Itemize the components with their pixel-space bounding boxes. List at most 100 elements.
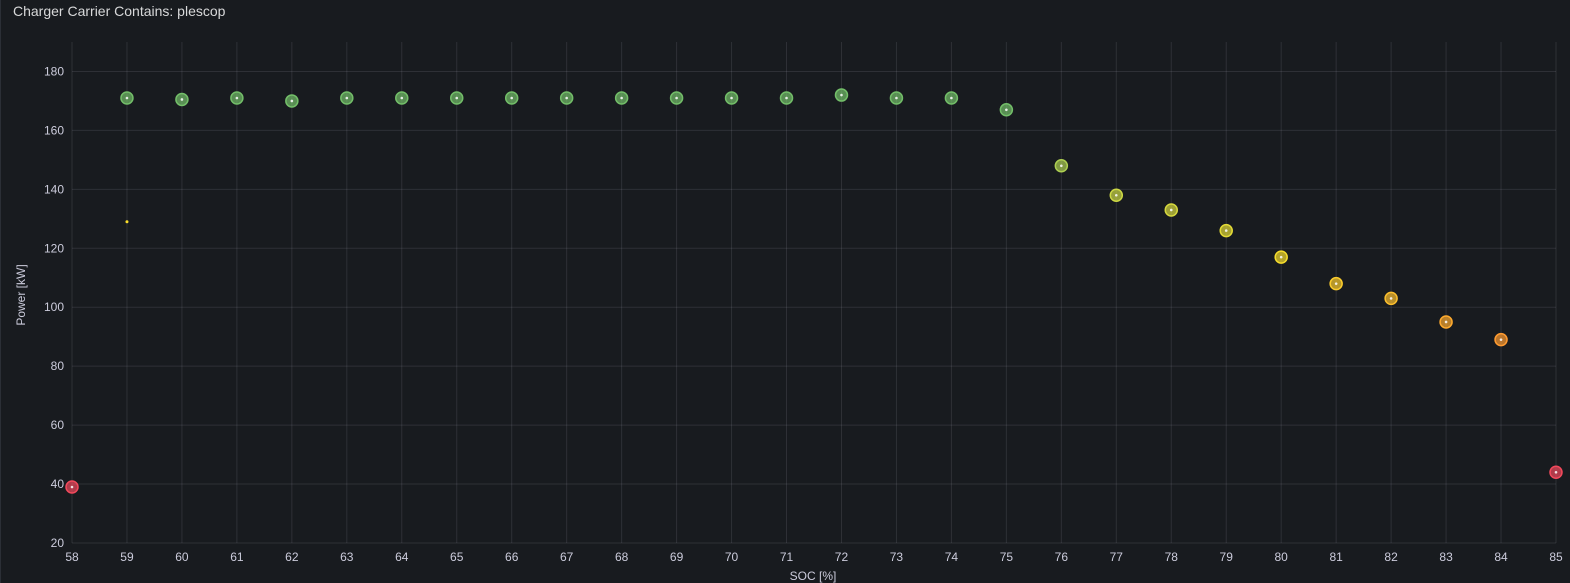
scatter-point[interactable]	[1329, 276, 1343, 291]
scatter-point[interactable]	[944, 91, 959, 105]
scatter-point[interactable]	[889, 91, 904, 105]
point-center-dot	[180, 98, 184, 101]
y-tick-label: 100	[44, 300, 64, 314]
point-center-dot	[400, 96, 404, 100]
point-center-dot	[950, 96, 953, 100]
point-center-dot	[895, 96, 898, 100]
data-points	[65, 88, 1563, 494]
x-tick-label: 67	[560, 550, 574, 564]
scatter-point[interactable]	[834, 88, 849, 102]
point-center-dot	[1554, 470, 1558, 474]
point-center-dot	[1444, 320, 1448, 324]
x-tick-label: 84	[1494, 550, 1508, 564]
grid-lines	[71, 42, 1557, 544]
scatter-point[interactable]	[1384, 291, 1398, 306]
point-center-dot	[1224, 229, 1228, 232]
x-tick-label: 75	[1000, 550, 1014, 564]
x-tick-label: 69	[670, 550, 684, 564]
x-tick-label: 70	[725, 550, 739, 564]
x-tick-label: 77	[1110, 550, 1124, 564]
point-marker	[125, 220, 129, 224]
x-axis-title: SOC [%]	[790, 569, 837, 583]
scatter-point[interactable]	[1439, 315, 1453, 329]
x-tick-label: 60	[175, 550, 189, 564]
x-tick-label: 83	[1439, 550, 1453, 564]
x-tick-label: 79	[1220, 550, 1234, 564]
scatter-point[interactable]	[1549, 465, 1563, 480]
scatter-point[interactable]	[230, 91, 244, 105]
x-tick-label: 71	[780, 550, 794, 564]
x-tick-label: 64	[395, 550, 409, 564]
y-tick-label: 60	[51, 418, 65, 432]
x-tick-label: 61	[230, 550, 244, 564]
scatter-point[interactable]	[1164, 203, 1179, 217]
scatter-point[interactable]	[724, 91, 739, 105]
scatter-point[interactable]	[1054, 159, 1069, 173]
point-center-dot	[1334, 282, 1338, 285]
point-center-dot	[785, 96, 788, 100]
x-tick-label: 58	[65, 550, 79, 564]
y-axis-ticks: 20 40 60 80 100 120 140 160 180	[44, 64, 64, 550]
y-tick-label: 20	[51, 536, 65, 550]
x-tick-label: 68	[615, 550, 629, 564]
x-tick-label: 85	[1549, 550, 1563, 564]
x-tick-label: 72	[835, 550, 849, 564]
scatter-point[interactable]	[340, 91, 354, 105]
scatter-point[interactable]	[1109, 188, 1124, 202]
scatter-point[interactable]	[1494, 332, 1508, 347]
x-tick-label: 66	[505, 550, 519, 564]
scatter-point[interactable]	[614, 91, 629, 105]
point-center-dot	[1060, 164, 1063, 168]
scatter-point[interactable]	[285, 94, 299, 108]
scatter-point[interactable]	[175, 92, 189, 107]
x-tick-label: 63	[340, 550, 354, 564]
scatter-point[interactable]	[559, 91, 574, 105]
x-tick-label: 65	[450, 550, 464, 564]
scatter-point[interactable]	[1219, 223, 1233, 238]
x-axis-ticks: 58 59 60 61 62 63 64 65 66 67 68 69 70 71 72 73 74 75 76 77…	[65, 550, 1563, 564]
scatter-point[interactable]	[125, 220, 129, 224]
y-tick-label: 40	[51, 477, 65, 491]
point-center-dot	[1499, 338, 1503, 341]
x-tick-label: 74	[945, 550, 959, 564]
x-tick-label: 76	[1055, 550, 1069, 564]
point-center-dot	[565, 96, 568, 100]
scatter-point[interactable]	[779, 91, 794, 105]
y-axis-title: Power [kW]	[14, 264, 28, 325]
y-tick-label: 160	[44, 123, 64, 137]
scatter-point[interactable]	[669, 91, 684, 105]
point-center-dot	[730, 96, 733, 100]
y-tick-label: 80	[51, 359, 65, 373]
scatter-point[interactable]	[395, 91, 409, 105]
x-tick-label: 81	[1329, 550, 1343, 564]
scatter-point[interactable]	[999, 103, 1014, 117]
point-center-dot	[1389, 297, 1393, 300]
x-tick-label: 73	[890, 550, 904, 564]
y-tick-label: 140	[44, 182, 64, 196]
point-center-dot	[1169, 208, 1173, 212]
x-tick-label: 80	[1275, 550, 1289, 564]
point-center-dot	[675, 96, 678, 100]
point-center-dot	[1114, 193, 1118, 197]
scatter-point[interactable]	[120, 91, 134, 105]
scatter-point[interactable]	[504, 91, 519, 105]
point-center-dot	[510, 96, 514, 100]
point-center-dot	[125, 96, 129, 100]
y-tick-label: 180	[44, 64, 64, 78]
x-tick-label: 62	[285, 550, 299, 564]
point-center-dot	[235, 96, 239, 100]
point-center-dot	[840, 93, 843, 97]
scatter-point[interactable]	[449, 91, 464, 105]
x-tick-label: 82	[1384, 550, 1398, 564]
point-center-dot	[1279, 255, 1283, 259]
point-center-dot	[1005, 108, 1008, 112]
scatter-chart[interactable]: 20 40 60 80 100 120 140 160 180 58 59 60 61 62 63 64 65…	[1, 0, 1570, 583]
point-center-dot	[70, 485, 74, 489]
x-tick-label: 78	[1165, 550, 1179, 564]
scatter-point[interactable]	[1274, 250, 1288, 264]
point-center-dot	[620, 96, 623, 100]
x-tick-label: 59	[120, 550, 134, 564]
point-center-dot	[455, 96, 459, 100]
point-center-dot	[345, 96, 349, 100]
scatter-point[interactable]	[65, 480, 79, 494]
